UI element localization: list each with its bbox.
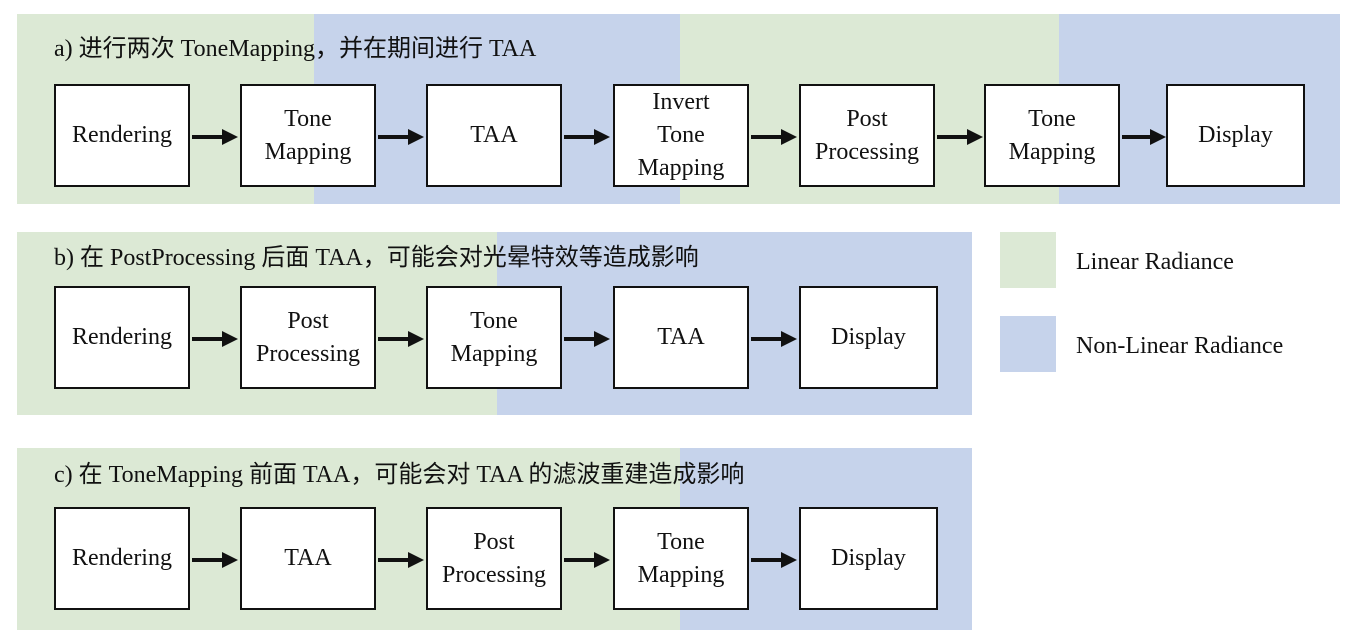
row-c-display-box: Display [799,507,938,610]
legend-nonlinear-label: Non-Linear Radiance [1076,333,1284,359]
row-b-arrow-1 [192,331,238,347]
row-c-arrow-2 [378,552,424,568]
row-a-arrow-5 [937,129,983,145]
legend-linear-label: Linear Radiance [1076,249,1234,275]
row-c-arrow-4 [751,552,797,568]
row-a-arrow-3 [564,129,610,145]
row-a-arrow-6 [1122,129,1166,145]
row-a-taa-box: TAA [426,84,562,187]
row-c-tone-mapping-box: Tone Mapping [613,507,749,610]
row-b-post-processing-box: Post Processing [240,286,376,389]
row-a-title: a) 进行两次 ToneMapping，并在期间进行 TAA [54,36,537,62]
row-a-post-processing-box: Post Processing [799,84,935,187]
row-c-title: c) 在 ToneMapping 前面 TAA，可能会对 TAA 的滤波重建造成… [54,462,745,488]
row-a-tone-mapping-box-2: Tone Mapping [984,84,1120,187]
row-b-tone-mapping-box: Tone Mapping [426,286,562,389]
row-b-arrow-2 [378,331,424,347]
row-a-invert-tone-mapping-box: Invert Tone Mapping [613,84,749,187]
row-a-arrow-4 [751,129,797,145]
row-a-rendering-box: Rendering [54,84,190,187]
row-b-rendering-box: Rendering [54,286,190,389]
row-c-rendering-box: Rendering [54,507,190,610]
row-b-display-box: Display [799,286,938,389]
legend-linear-swatch [1000,232,1056,288]
legend-nonlinear-swatch [1000,316,1056,372]
row-c-post-processing-box: Post Processing [426,507,562,610]
row-c-arrow-1 [192,552,238,568]
row-a-display-box: Display [1166,84,1305,187]
row-b-taa-box: TAA [613,286,749,389]
row-b-title: b) 在 PostProcessing 后面 TAA，可能会对光晕特效等造成影响 [54,245,699,271]
row-a-arrow-1 [192,129,238,145]
row-a-arrow-2 [378,129,424,145]
row-c-taa-box: TAA [240,507,376,610]
row-b-arrow-3 [564,331,610,347]
row-b-arrow-4 [751,331,797,347]
row-c-arrow-3 [564,552,610,568]
row-a-tone-mapping-box-1: Tone Mapping [240,84,376,187]
